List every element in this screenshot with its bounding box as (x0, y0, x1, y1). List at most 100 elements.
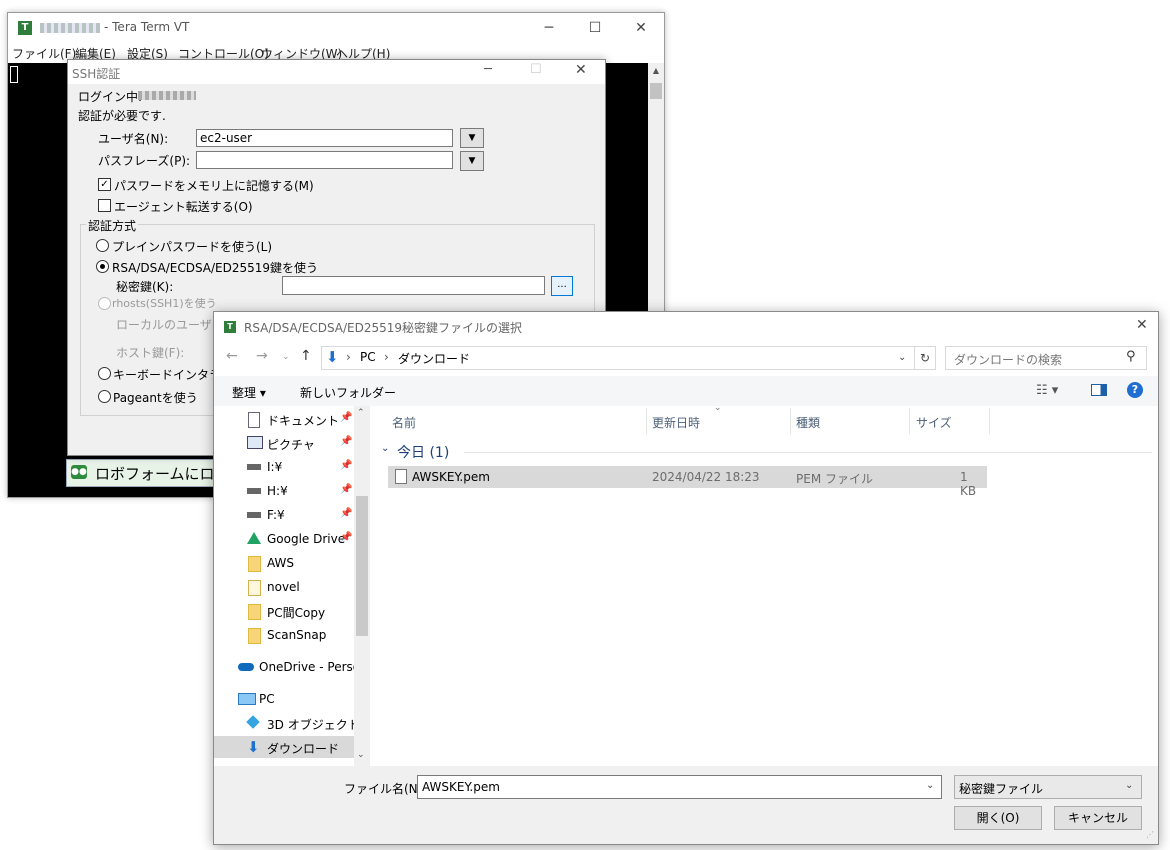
sidebar-item-downloads[interactable]: ⬇ ダウンロード (214, 736, 354, 758)
column-divider[interactable] (790, 408, 791, 434)
ssh-minimize-button[interactable]: ─ (484, 62, 492, 77)
sidebar-item-drive-i[interactable]: I:¥ 📌 (214, 456, 354, 478)
pageant-label: Pageantを使う (113, 391, 198, 405)
pageant-radio[interactable] (98, 390, 111, 403)
column-type[interactable]: 種類 (796, 414, 820, 431)
sidebar-item-pictures[interactable]: ピクチャ 📌 (214, 432, 354, 454)
sidebar-item-documents[interactable]: ドキュメント 📌 (214, 408, 354, 430)
filename-dropdown-icon[interactable]: ⌄ (926, 780, 934, 791)
filetype-select[interactable]: 秘密鍵ファイル ⌄ (954, 775, 1142, 799)
sidebar-item-drive-f[interactable]: F:¥ 📌 (214, 504, 354, 526)
private-key-input[interactable] (282, 276, 545, 295)
scroll-up-arrow-icon[interactable]: ▲ (648, 63, 664, 79)
file-dialog-toolbar: 整理 ▾ 新しいフォルダー ☷ ▾ ? (214, 376, 1158, 406)
auth-method-label: 認証方式 (86, 217, 139, 234)
sidebar-item-aws[interactable]: AWS (214, 552, 354, 574)
3d-objects-icon (246, 715, 260, 729)
forward-arrow-icon[interactable]: → (256, 348, 268, 364)
column-divider[interactable] (909, 408, 910, 434)
minimize-button[interactable]: ─ (526, 13, 572, 43)
preview-pane-icon[interactable] (1091, 384, 1107, 396)
open-button[interactable]: 開く(O) (954, 806, 1042, 830)
contact-folder-icon (248, 580, 261, 596)
username-dropdown-button[interactable]: ▼ (460, 128, 484, 148)
pin-icon: 📌 (340, 412, 353, 423)
file-type: PEM ファイル (796, 472, 873, 486)
group-divider (464, 452, 1152, 453)
ssh-close-button[interactable]: ✕ (575, 62, 587, 78)
sidebar-label: Google Drive (267, 532, 346, 546)
recent-dropdown-icon[interactable]: ⌄ (282, 352, 290, 362)
auth-required-label: 認証が必要です. (78, 109, 166, 123)
file-icon (395, 469, 407, 484)
view-options-icon[interactable]: ☷ ▾ (1036, 383, 1058, 398)
sidebar-label: I:¥ (267, 460, 283, 474)
column-divider[interactable] (989, 408, 990, 434)
document-icon (248, 412, 260, 428)
plain-password-radio[interactable] (96, 239, 109, 252)
rhosts-radio[interactable] (98, 297, 111, 310)
column-size[interactable]: サイズ (916, 414, 952, 431)
sidebar-item-novel[interactable]: novel (214, 576, 354, 598)
sidebar-item-onedrive[interactable]: OneDrive - Person (214, 656, 368, 678)
file-name: AWSKEY.pem (412, 470, 490, 484)
maximize-button[interactable]: ☐ (572, 13, 618, 43)
sidebar-item-pc[interactable]: PC (214, 688, 354, 710)
passphrase-dropdown-button[interactable]: ▼ (460, 151, 484, 171)
breadcrumb-downloads[interactable]: ダウンロード (398, 350, 470, 367)
address-bar[interactable]: ⬇ › PC › ダウンロード ⌄ (321, 346, 915, 370)
search-input[interactable]: ダウンロードの検索 (954, 351, 1062, 368)
new-folder-button[interactable]: 新しいフォルダー (300, 384, 396, 401)
sidebar-label: OneDrive - Person (259, 660, 368, 674)
column-name[interactable]: 名前 (392, 414, 416, 431)
sidebar-label: ダウンロード (267, 742, 340, 756)
sidebar-item-drive-h[interactable]: H:¥ 📌 (214, 480, 354, 502)
breadcrumb-sep2-icon: › (384, 350, 389, 364)
filename-combobox[interactable]: AWSKEY.pem ⌄ (417, 775, 942, 799)
file-date: 2024/04/22 18:23 (652, 470, 760, 484)
ssh-maximize-button[interactable]: ☐ (530, 62, 542, 77)
username-label: ユーザ名(N): (98, 132, 169, 146)
private-key-browse-button[interactable]: ... (551, 276, 573, 296)
navigation-scrollbar[interactable]: ⌃ ⌄ (354, 406, 370, 766)
pin-icon: 📌 (340, 436, 353, 447)
sidebar-item-3d-objects[interactable]: 3D オブジェクト (214, 712, 360, 734)
refresh-icon[interactable]: ↻ (914, 346, 936, 370)
sidebar-item-scansnap[interactable]: ScanSnap (214, 624, 354, 646)
up-arrow-icon[interactable]: ↑ (300, 348, 312, 364)
group-collapse-icon[interactable]: ⌄ (381, 443, 389, 454)
breadcrumb-pc[interactable]: PC (360, 350, 376, 364)
roboform-bar[interactable]: ●● ロボフォームにログイ (66, 459, 245, 487)
keyboard-interactive-radio[interactable] (98, 367, 111, 380)
folder-icon (248, 604, 261, 620)
sidebar-item-google-drive[interactable]: Google Drive 📌 (214, 528, 354, 550)
terminal-cursor (10, 66, 18, 83)
search-icon: ⚲ (1126, 349, 1136, 364)
column-date[interactable]: 更新日時 (652, 414, 700, 431)
rsa-key-radio[interactable] (96, 260, 109, 273)
folder-icon (248, 556, 261, 572)
remember-password-checkbox[interactable]: ✓ (98, 178, 111, 191)
passphrase-label: パスフレーズ(P): (98, 154, 191, 168)
scroll-thumb[interactable] (650, 83, 662, 99)
file-dialog-close-button[interactable]: ✕ (1136, 317, 1148, 333)
navigation-scroll-thumb[interactable] (356, 496, 368, 636)
resize-grip-icon[interactable]: ⋰ (1146, 830, 1154, 839)
sidebar-item-pc-copy[interactable]: PC間Copy (214, 600, 354, 622)
close-button[interactable]: ✕ (618, 13, 664, 43)
passphrase-input[interactable] (196, 151, 453, 169)
filename-input[interactable]: AWSKEY.pem (422, 780, 500, 794)
back-arrow-icon[interactable]: ← (226, 348, 238, 364)
column-divider[interactable] (646, 408, 647, 434)
cancel-button[interactable]: キャンセル (1054, 806, 1142, 830)
username-input[interactable]: ec2-user (196, 129, 453, 147)
file-row[interactable]: AWSKEY.pem 2024/04/22 18:23 PEM ファイル 1 K… (388, 466, 987, 498)
search-box[interactable]: ダウンロードの検索 ⚲ (945, 346, 1147, 370)
help-icon[interactable]: ? (1127, 382, 1143, 398)
organize-button[interactable]: 整理 ▾ (232, 384, 266, 401)
scroll-down-icon[interactable]: ⌄ (357, 750, 365, 760)
address-dropdown-icon[interactable]: ⌄ (898, 352, 906, 363)
agent-forwarding-checkbox[interactable] (98, 199, 111, 212)
group-today-label[interactable]: 今日 (1) (397, 442, 449, 462)
scroll-up-icon[interactable]: ⌃ (357, 408, 365, 418)
